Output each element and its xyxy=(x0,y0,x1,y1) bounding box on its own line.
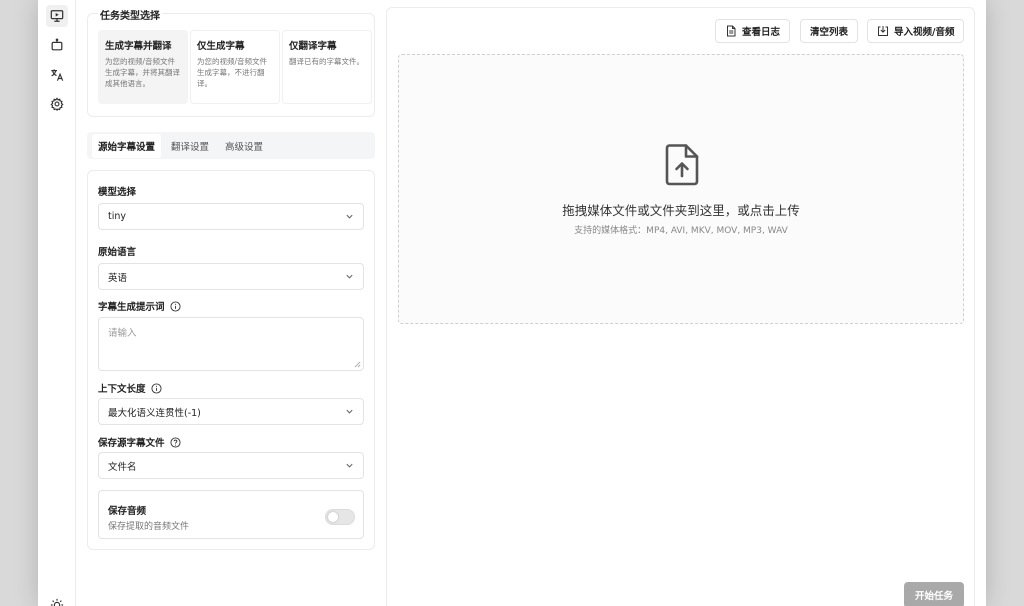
dropzone-title: 拖拽媒体文件或文件夹到这里，或点击上传 xyxy=(562,203,800,218)
chevron-down-icon xyxy=(346,214,353,219)
help-icon[interactable] xyxy=(169,436,181,448)
settings-tabs: 源始字幕设置 翻译设置 高级设置 xyxy=(87,132,375,159)
save-audio-desc: 保存提取的音频文件 xyxy=(108,522,190,532)
task-option-title: 生成字幕并翻译 xyxy=(105,41,172,52)
info-icon[interactable] xyxy=(150,382,162,394)
model-select-value: tiny xyxy=(108,211,127,222)
tab-advanced[interactable]: 高级设置 xyxy=(219,134,269,158)
import-media-button[interactable]: 导入视频/音频 xyxy=(867,19,965,43)
sun-icon[interactable] xyxy=(50,598,64,606)
task-option-desc: 为您的视频/音频文件生成字幕，不进行翻译。 xyxy=(197,57,268,88)
clear-list-button[interactable]: 清空列表 xyxy=(800,19,859,43)
start-task-button[interactable]: 开始任务 xyxy=(904,582,964,606)
save-source-label-text: 保存源字幕文件 xyxy=(98,438,165,449)
prompt-label-text: 字幕生成提示词 xyxy=(98,302,165,313)
save-audio-toggle[interactable] xyxy=(325,509,355,525)
nav-subtitle-button[interactable] xyxy=(46,5,68,27)
task-option-title: 仅生成字幕 xyxy=(197,41,245,52)
view-log-button[interactable]: 查看日志 xyxy=(715,19,791,43)
model-label: 模型选择 xyxy=(98,184,136,198)
task-option-desc: 为您的视频/音频文件生成字幕，并将其翻译成其他语言。 xyxy=(105,57,180,88)
task-type-title: 任务类型选择 xyxy=(98,7,162,22)
context-label-text: 上下文长度 xyxy=(98,384,146,395)
prompt-label: 字幕生成提示词 xyxy=(98,299,181,313)
task-option-translate-only[interactable]: 仅翻译字幕 翻译已有的字幕文件。 xyxy=(282,30,372,104)
bot-icon xyxy=(51,38,63,51)
save-audio-title: 保存音频 xyxy=(108,506,147,517)
model-select[interactable]: tiny xyxy=(98,203,364,230)
nav-translate-button[interactable] xyxy=(46,64,68,86)
monitor-play-icon xyxy=(50,10,64,22)
file-upload-icon xyxy=(665,144,699,186)
task-option-generate-translate[interactable]: 生成字幕并翻译 为您的视频/音频文件生成字幕，并将其翻译成其他语言。 xyxy=(98,30,188,104)
chevron-down-icon xyxy=(346,274,353,279)
info-icon[interactable] xyxy=(169,300,181,312)
context-select-value: 最大化语义连贯性(-1) xyxy=(108,407,201,419)
view-log-label: 查看日志 xyxy=(742,27,781,38)
nav-settings-button[interactable] xyxy=(46,93,68,115)
context-select[interactable]: 最大化语义连贯性(-1) xyxy=(98,398,364,425)
tab-source-subtitle[interactable]: 源始字幕设置 xyxy=(92,133,162,158)
translate-icon xyxy=(51,69,64,81)
chevron-down-icon xyxy=(346,463,353,468)
nav-bot-button[interactable] xyxy=(46,34,68,56)
chevron-down-icon xyxy=(346,409,353,414)
tab-translation[interactable]: 翻译设置 xyxy=(165,134,215,158)
language-label: 原始语言 xyxy=(98,244,136,258)
save-source-label: 保存源字幕文件 xyxy=(98,435,181,449)
document-icon xyxy=(727,25,736,37)
save-source-select[interactable]: 文件名 xyxy=(98,452,364,479)
dropzone-formats: 支持的媒体格式：MP4, AVI, MKV, MOV, MP3, WAV xyxy=(574,226,788,236)
language-select[interactable]: 英语 xyxy=(98,263,364,290)
context-label: 上下文长度 xyxy=(98,381,162,395)
prompt-textarea[interactable]: 请输入 xyxy=(98,317,364,371)
task-option-title: 仅翻译字幕 xyxy=(289,41,337,52)
task-option-generate-only[interactable]: 仅生成字幕 为您的视频/音频文件生成字幕，不进行翻译。 xyxy=(190,30,280,104)
import-media-label: 导入视频/音频 xyxy=(894,27,955,38)
resize-grip-icon[interactable] xyxy=(354,361,361,368)
file-dropzone[interactable]: 拖拽媒体文件或文件夹到这里，或点击上传 支持的媒体格式：MP4, AVI, MK… xyxy=(398,54,964,324)
app-window: 任务类型选择 生成字幕并翻译 为您的视频/音频文件生成字幕，并将其翻译成其他语言… xyxy=(38,0,986,606)
language-select-value: 英语 xyxy=(108,272,128,284)
model-label-text: 模型选择 xyxy=(98,187,137,198)
task-option-desc: 翻译已有的字幕文件。 xyxy=(289,57,364,66)
gear-icon xyxy=(50,97,64,111)
language-label-text: 原始语言 xyxy=(98,247,137,258)
icon-rail xyxy=(38,0,76,606)
import-icon xyxy=(878,26,888,36)
prompt-placeholder: 请输入 xyxy=(108,328,137,339)
save-source-select-value: 文件名 xyxy=(108,461,137,473)
clear-list-label: 清空列表 xyxy=(810,27,849,38)
save-audio-box: 保存音频 保存提取的音频文件 xyxy=(98,490,364,539)
